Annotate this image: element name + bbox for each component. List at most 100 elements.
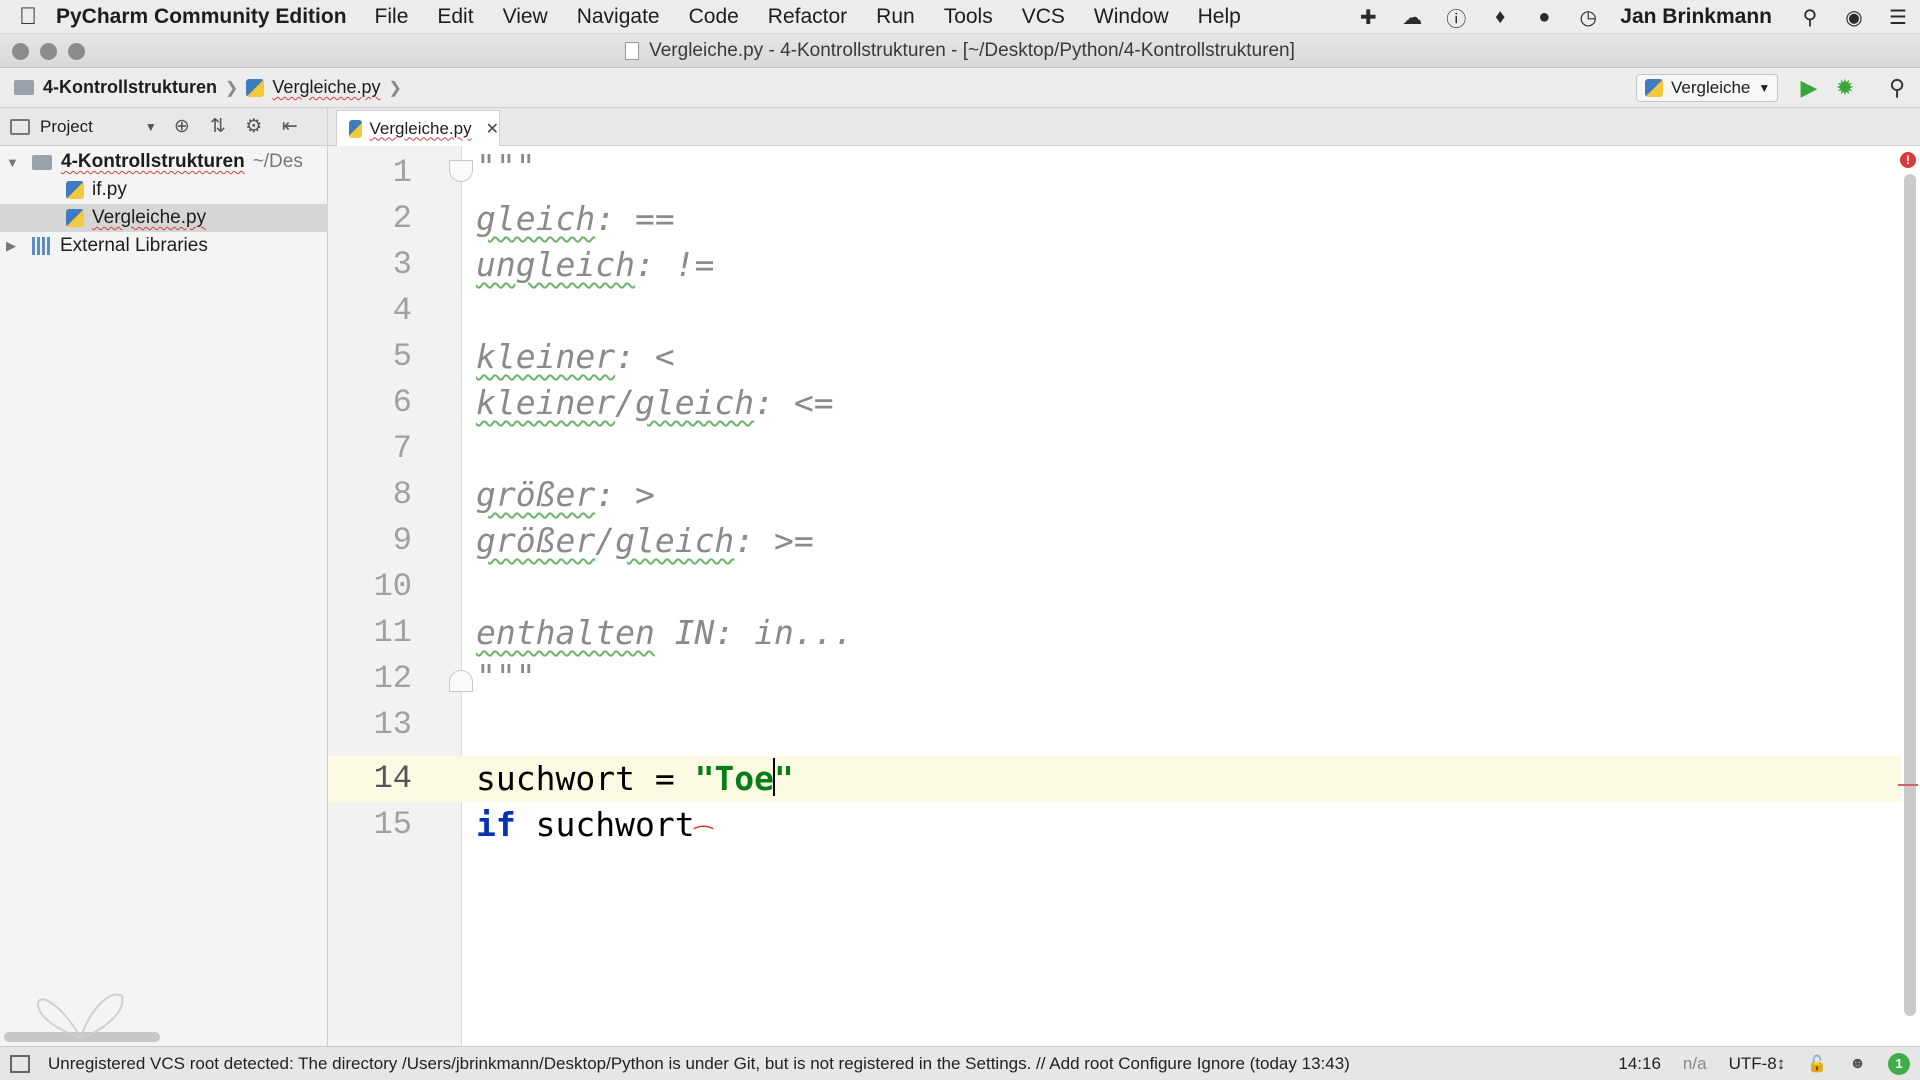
doc-operator: : >: [595, 475, 655, 514]
folder-icon: [14, 80, 34, 95]
vcs-notification-message[interactable]: Unregistered VCS root detected: The dire…: [48, 1054, 1350, 1074]
event-log-badge[interactable]: 1: [1888, 1053, 1910, 1075]
tree-external-libraries[interactable]: ▶ External Libraries: [0, 232, 328, 260]
doc-word: kleiner: [476, 383, 616, 422]
toggle-tool-windows-icon[interactable]: [10, 1054, 30, 1073]
root-folder-name: 4-Kontrollstrukturen: [61, 151, 245, 172]
hide-panel-icon[interactable]: ⇤: [279, 115, 301, 138]
siri-icon[interactable]: ◉: [1840, 3, 1868, 31]
doc-word: ungleich: [476, 245, 635, 284]
file-encoding[interactable]: UTF-8↕: [1729, 1054, 1786, 1074]
line-number: 8: [392, 476, 412, 513]
variable-name: suchwort: [476, 759, 635, 798]
root-folder-path: ~/Des: [252, 151, 303, 172]
run-configuration-label: Vergleiche: [1671, 78, 1751, 97]
project-view-select[interactable]: Project: [10, 117, 93, 137]
lock-icon[interactable]: 🔓: [1807, 1054, 1827, 1074]
line-number: 1: [392, 154, 412, 191]
error-stripe-marker[interactable]: [1898, 784, 1918, 786]
zoom-window-button[interactable]: [68, 43, 85, 60]
line-number: 4: [392, 292, 412, 329]
menu-refactor[interactable]: Refactor: [768, 5, 847, 29]
menu-help[interactable]: Help: [1198, 5, 1241, 29]
user-name[interactable]: Jan Brinkmann: [1620, 5, 1772, 29]
editor-vertical-scrollbar[interactable]: [1904, 174, 1916, 1016]
tab-vergleiche[interactable]: Vergleiche.py ✕: [336, 110, 500, 146]
menu-vcs[interactable]: VCS: [1022, 5, 1065, 29]
doc-word: größer: [476, 521, 596, 560]
tree-file-vergleiche[interactable]: Vergleiche.py: [0, 204, 328, 232]
doc-operator: : !=: [634, 245, 715, 284]
fold-marker-end[interactable]: [449, 670, 473, 692]
info-tray-icon[interactable]: ⓘ: [1442, 3, 1470, 31]
string-literal: "Toe: [694, 759, 775, 798]
debug-bug-icon[interactable]: ✹: [1832, 75, 1858, 101]
line-number: 5: [392, 338, 412, 375]
hector-inspection-icon[interactable]: ☻: [1849, 1055, 1866, 1073]
chevron-down-icon[interactable]: ▼: [145, 120, 157, 134]
spotlight-search-icon[interactable]: ⚲: [1796, 3, 1824, 31]
caret-position[interactable]: 14:16: [1618, 1054, 1661, 1074]
menu-edit[interactable]: Edit: [437, 5, 473, 29]
minimize-window-button[interactable]: [40, 43, 57, 60]
window-title: Vergleiche.py - 4-Kontrollstrukturen - […: [649, 39, 1295, 61]
breadcrumb-file[interactable]: Vergleiche.py: [272, 77, 380, 98]
doc-word: gleich: [634, 383, 755, 422]
line-number: 2: [392, 200, 412, 237]
butterfly-watermark-icon: [36, 993, 124, 1040]
chevron-down-icon: ▼: [1758, 81, 1771, 95]
menu-navigate[interactable]: Navigate: [577, 5, 660, 29]
docstring-quotes: """: [476, 147, 536, 186]
menu-code[interactable]: Code: [689, 5, 739, 29]
expanded-triangle-icon[interactable]: ▼: [6, 155, 19, 170]
project-panel-header: Project ▼ ⊕ ⇅ ⚙ ⇤: [0, 108, 328, 146]
menu-run[interactable]: Run: [876, 5, 915, 29]
run-button[interactable]: ▶: [1797, 76, 1821, 100]
cloud-tray-icon[interactable]: ☁: [1398, 3, 1426, 31]
bell-tray-icon[interactable]: ♦: [1486, 3, 1514, 31]
code-line-1: """: [476, 144, 536, 190]
menu-window[interactable]: Window: [1094, 5, 1169, 29]
search-everywhere-icon[interactable]: ⚲: [1884, 75, 1910, 101]
time-machine-icon[interactable]: ◷: [1574, 3, 1602, 31]
line-separator-status[interactable]: n/a: [1683, 1054, 1707, 1074]
python-file-icon: [66, 181, 84, 199]
menu-tools[interactable]: Tools: [944, 5, 993, 29]
line-number-current: 14: [373, 760, 412, 797]
docstring-quotes: """: [476, 657, 536, 696]
app-name-menu[interactable]: PyCharm Community Edition: [56, 5, 347, 29]
window-titlebar: Vergleiche.py - 4-Kontrollstrukturen - […: [0, 34, 1920, 68]
editor-tab-bar: Vergleiche.py ✕: [328, 108, 1920, 146]
tree-file-if[interactable]: if.py: [0, 176, 328, 204]
leaf-tray-icon[interactable]: ●: [1530, 3, 1558, 31]
collapse-all-icon[interactable]: ⇅: [207, 115, 229, 138]
line-number: 9: [392, 522, 412, 559]
code-line-6: kleiner/gleich: <=: [476, 380, 834, 426]
line-number: 10: [373, 568, 412, 605]
menu-view[interactable]: View: [503, 5, 548, 29]
tree-root-folder[interactable]: ▼ 4-Kontrollstrukturen ~/Des: [0, 148, 328, 176]
notification-center-icon[interactable]: ☰: [1884, 3, 1912, 31]
breadcrumb-project[interactable]: 4-Kontrollstrukturen: [43, 77, 217, 98]
close-tab-icon[interactable]: ✕: [486, 119, 499, 139]
menu-file[interactable]: File: [375, 5, 409, 29]
project-panel-icon: [10, 118, 30, 135]
code-line-12: """: [476, 654, 536, 700]
doc-word: kleiner: [476, 337, 616, 376]
doc-separator: /: [595, 521, 616, 560]
close-window-button[interactable]: [12, 43, 29, 60]
run-configuration-select[interactable]: Vergleiche ▼: [1636, 74, 1778, 102]
collapsed-triangle-icon[interactable]: ▶: [6, 238, 18, 254]
syntax-error-marker: ⁀: [694, 827, 713, 852]
doc-word: größer: [476, 475, 596, 514]
scroll-from-source-icon[interactable]: ⊕: [171, 115, 193, 138]
breadcrumb: 4-Kontrollstrukturen ❯ Vergleiche.py ❯: [0, 77, 410, 98]
apple-icon[interactable]: : [0, 3, 56, 31]
code-line-11: enthalten IN: in...: [476, 610, 854, 656]
doc-word: gleich: [615, 521, 735, 560]
gear-icon[interactable]: ⚙: [243, 115, 265, 138]
plus-tray-icon[interactable]: ✚: [1354, 3, 1382, 31]
doc-word: gleich: [476, 199, 596, 238]
keyword: if: [476, 805, 516, 844]
error-indicator-icon[interactable]: !: [1900, 152, 1916, 168]
